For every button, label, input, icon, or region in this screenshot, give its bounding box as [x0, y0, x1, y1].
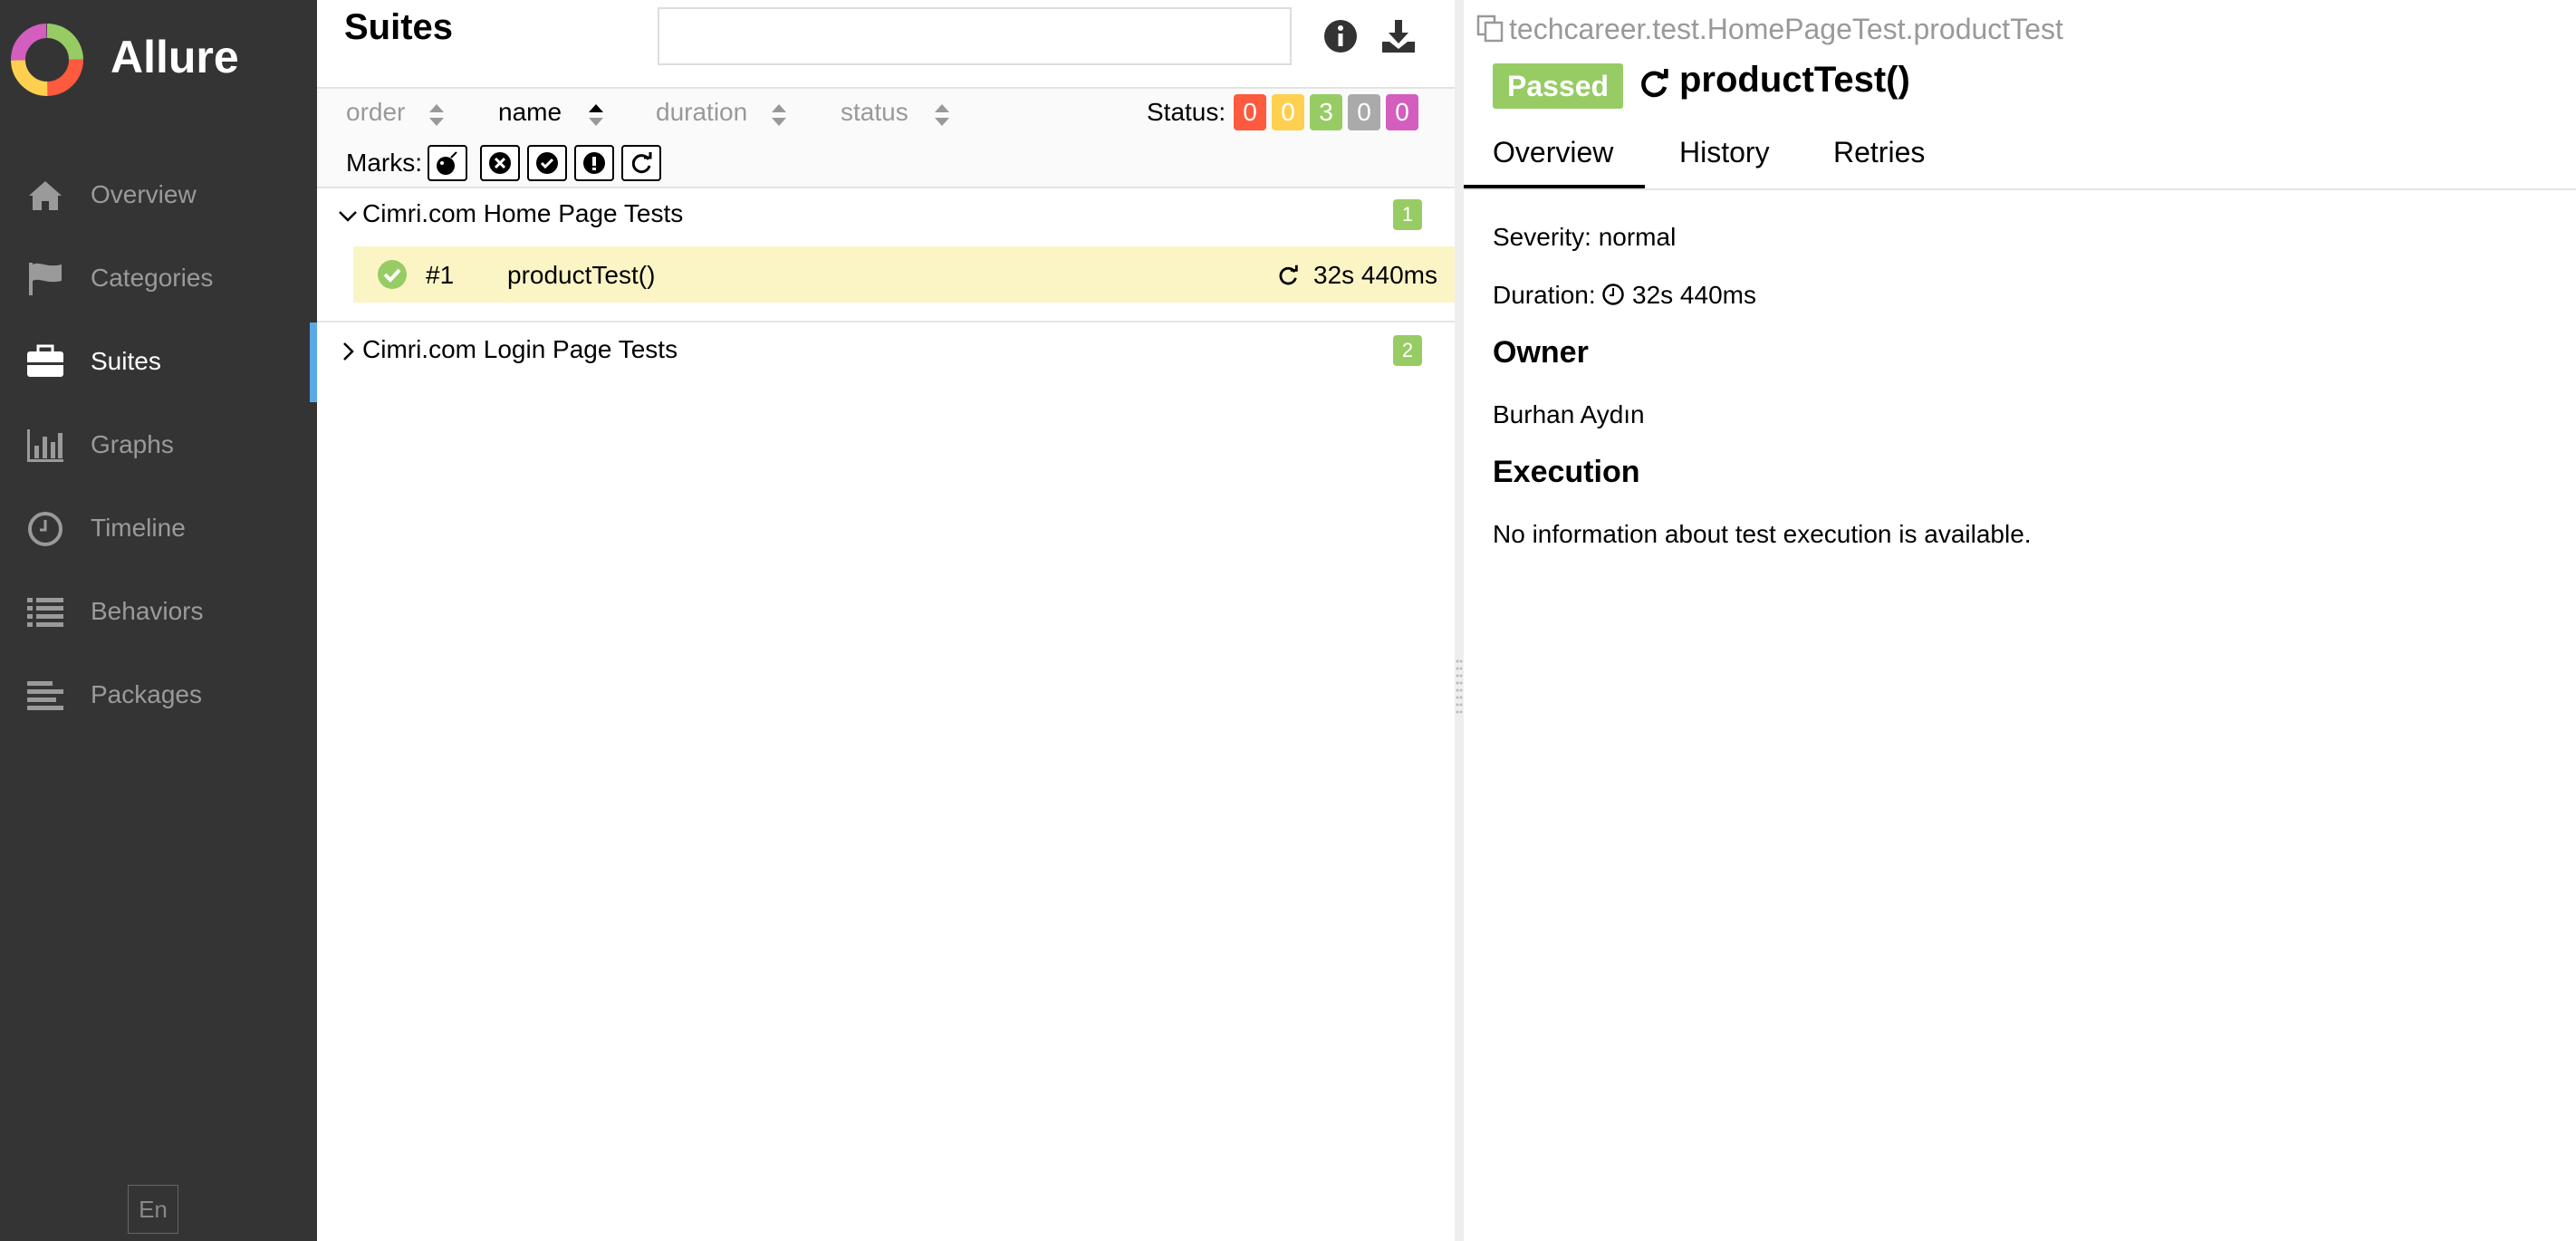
- sidebar-item-packages[interactable]: Packages: [0, 656, 317, 736]
- times-circle-icon: [489, 152, 511, 174]
- check-circle-icon: [536, 152, 558, 174]
- suite-group-count: 2: [1393, 335, 1422, 366]
- sidebar-item-graphs[interactable]: Graphs: [0, 406, 317, 486]
- align-left-icon: [27, 681, 63, 710]
- info-icon[interactable]: [1321, 16, 1360, 56]
- test-row[interactable]: #1 productTest() 32s 440ms: [353, 246, 1455, 303]
- chevron-right-icon: [343, 342, 354, 361]
- passed-status-icon: [378, 260, 407, 289]
- tab-retries[interactable]: Retries: [1833, 136, 1925, 169]
- sidebar-item-overview[interactable]: Overview: [0, 156, 317, 236]
- flag-icon: [29, 263, 62, 295]
- allure-logo-icon[interactable]: [9, 22, 85, 98]
- sort-arrows-icon[interactable]: [933, 101, 951, 129]
- owner-heading: Owner: [1493, 335, 1589, 370]
- suites-pane: Suites order name duration status Status…: [317, 0, 1455, 1241]
- chevron-down-icon: [339, 211, 357, 222]
- briefcase-icon: [27, 344, 63, 377]
- duration-label: Duration:: [1493, 281, 1596, 309]
- test-name: productTest(): [507, 261, 656, 289]
- sort-arrows-icon[interactable]: [770, 101, 788, 129]
- retries-icon: [1641, 69, 1668, 98]
- clock-icon: [1602, 284, 1624, 305]
- owner-name: Burhan Aydın: [1493, 400, 1645, 428]
- marks-label: Marks:: [346, 149, 422, 177]
- suite-group-name: Cimri.com Home Page Tests: [362, 199, 684, 227]
- bar-chart-icon: [27, 429, 63, 462]
- tab-history[interactable]: History: [1679, 136, 1770, 169]
- severity-text: Severity: normal: [1493, 223, 1677, 251]
- sort-arrows-icon[interactable]: [587, 101, 605, 129]
- duration-value: 32s 440ms: [1632, 281, 1756, 309]
- sidebar-item-label: Categories: [91, 264, 214, 292]
- mark-flaky-button[interactable]: [428, 145, 467, 181]
- test-number: #1: [426, 261, 455, 289]
- mark-retries-button[interactable]: [621, 145, 661, 181]
- download-icon[interactable]: [1379, 16, 1418, 56]
- test-details-pane: techcareer.test.HomePageTest.productTest…: [1464, 0, 2576, 1241]
- page-title: Suites: [344, 7, 454, 47]
- sidebar-item-label: Suites: [91, 347, 161, 375]
- search-input[interactable]: [658, 7, 1292, 65]
- status-failed-count[interactable]: 0: [1234, 94, 1266, 130]
- sidebar-item-label: Timeline: [91, 514, 186, 542]
- sort-by-name[interactable]: name: [498, 98, 562, 127]
- status-filter-label: Status:: [1147, 98, 1226, 126]
- pane-splitter[interactable]: [1455, 0, 1464, 1241]
- home-icon: [29, 181, 62, 210]
- language-switch-button[interactable]: En: [128, 1185, 178, 1234]
- test-full-name: techcareer.test.HomePageTest.productTest: [1509, 13, 2063, 45]
- retries-icon: [1279, 265, 1298, 285]
- execution-heading: Execution: [1493, 455, 1640, 489]
- test-title: productTest(): [1679, 60, 1910, 100]
- sort-by-duration[interactable]: duration: [656, 98, 747, 127]
- test-duration: 32s 440ms: [1313, 261, 1437, 289]
- tab-overview[interactable]: Overview: [1493, 136, 1613, 169]
- list-icon: [27, 598, 63, 627]
- status-skipped-count[interactable]: 0: [1348, 94, 1380, 130]
- status-passed-count[interactable]: 3: [1310, 94, 1342, 130]
- exclamation-circle-icon: [583, 152, 605, 174]
- suite-group-login-page[interactable]: Cimri.com Login Page Tests 2: [317, 322, 1455, 380]
- status-badge: Passed: [1493, 63, 1623, 109]
- sidebar-item-categories[interactable]: Categories: [0, 239, 317, 319]
- sidebar-item-suites[interactable]: Suites: [0, 322, 317, 402]
- execution-text: No information about test execution is a…: [1493, 520, 2032, 548]
- mark-new-failed-button[interactable]: [480, 145, 520, 181]
- mark-new-broken-button[interactable]: [574, 145, 614, 181]
- brand-name[interactable]: Allure: [111, 31, 239, 83]
- clock-icon: [28, 512, 62, 546]
- refresh-icon: [631, 152, 652, 174]
- bomb-icon: [437, 151, 457, 175]
- suite-group-home-page[interactable]: Cimri.com Home Page Tests 1: [317, 187, 1455, 245]
- sort-by-status[interactable]: status: [841, 98, 908, 127]
- status-unknown-count[interactable]: 0: [1386, 94, 1418, 130]
- status-broken-count[interactable]: 0: [1272, 94, 1304, 130]
- sidebar-item-label: Packages: [91, 680, 202, 708]
- suite-group-count: 1: [1393, 199, 1422, 230]
- sidebar-item-label: Behaviors: [91, 597, 204, 625]
- suite-group-name: Cimri.com Login Page Tests: [362, 335, 678, 363]
- mark-new-passed-button[interactable]: [527, 145, 567, 181]
- sidebar: Allure Overview Categories Suites Graphs…: [0, 0, 317, 1241]
- sort-by-order[interactable]: order: [346, 98, 405, 127]
- sidebar-item-timeline[interactable]: Timeline: [0, 489, 317, 569]
- sidebar-item-label: Overview: [91, 180, 197, 208]
- sort-arrows-icon[interactable]: [428, 101, 446, 129]
- drag-handle-icon[interactable]: [1455, 658, 1464, 716]
- sidebar-item-label: Graphs: [91, 430, 174, 458]
- sidebar-item-behaviors[interactable]: Behaviors: [0, 572, 317, 652]
- copy-icon[interactable]: [1475, 13, 1505, 43]
